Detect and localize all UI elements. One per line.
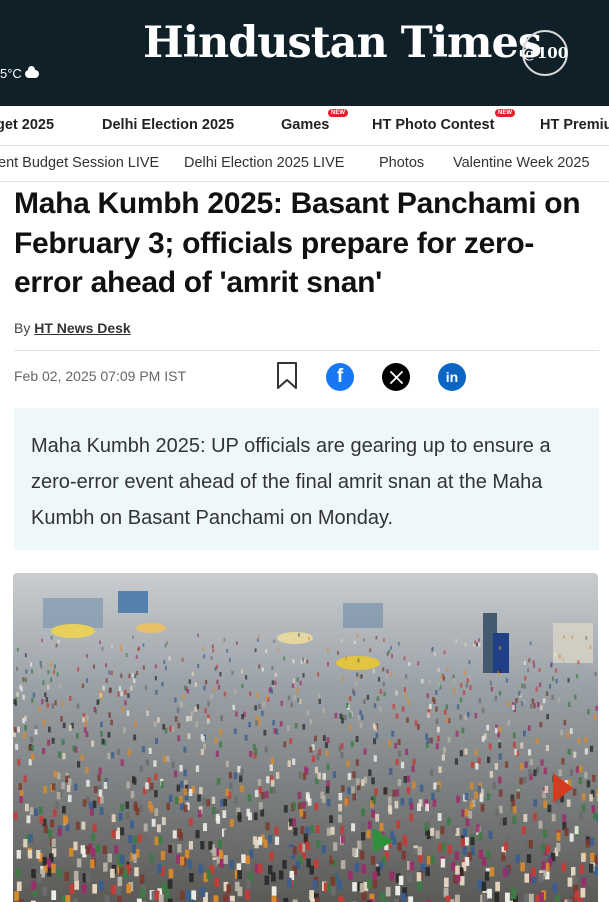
weather-temp: 5°C (0, 66, 22, 81)
weather-widget[interactable]: 5°C (0, 65, 39, 81)
byline-prefix: By (14, 320, 31, 336)
nav-item-budget[interactable]: get 2025 (0, 117, 54, 133)
nav-item-label: HT Premiu (540, 117, 609, 133)
subnav-item-photos[interactable]: Photos (379, 155, 424, 171)
new-badge: NEW (495, 109, 515, 117)
nav-item-delhi-election[interactable]: Delhi Election 2025 (102, 117, 234, 133)
site-header: 5°C Hindustan Times @100 (0, 0, 609, 106)
linkedin-icon: in (445, 369, 459, 385)
nav-item-games[interactable]: Games NEW (281, 109, 348, 133)
publish-date: Feb 02, 2025 07:09 PM IST (14, 368, 186, 384)
nav-item-label: HT Photo Contest (372, 117, 495, 133)
summary-text: Maha Kumbh 2025: UP officials are gearin… (31, 435, 551, 529)
facebook-share-button[interactable]: f (326, 363, 354, 391)
nav-item-label: Delhi Election 2025 (102, 117, 235, 133)
article-headline: Maha Kumbh 2025: Basant Panchami on Febr… (14, 187, 581, 299)
nav-item-premium[interactable]: HT Premiu (540, 117, 609, 133)
bookmark-icon[interactable] (276, 362, 298, 390)
facebook-icon: f (336, 366, 344, 387)
linkedin-share-button[interactable]: in (438, 363, 466, 391)
article-summary: Maha Kumbh 2025: UP officials are gearin… (14, 408, 599, 550)
subnav-item-valentine-week[interactable]: Valentine Week 2025 (453, 155, 590, 171)
primary-nav: get 2025 Delhi Election 2025 Games NEW H… (0, 106, 609, 146)
author-link[interactable]: HT News Desk (34, 320, 130, 336)
byline: By HT News Desk (14, 320, 131, 336)
nav-item-photo-contest[interactable]: HT Photo Contest NEW (372, 109, 515, 133)
cloud-icon (24, 65, 39, 78)
x-icon (389, 370, 403, 384)
subnav-item-budget-session[interactable]: ent Budget Session LIVE (0, 155, 159, 171)
site-logo[interactable]: Hindustan Times (143, 22, 542, 65)
secondary-nav: ent Budget Session LIVE Delhi Election 2… (0, 146, 609, 182)
nav-item-label: Games (281, 117, 330, 133)
nav-item-label: get 2025 (0, 117, 55, 133)
x-share-button[interactable] (382, 363, 410, 391)
centenary-badge-text: @100 (521, 44, 569, 62)
new-badge: NEW (328, 109, 348, 117)
centenary-badge: @100 (522, 30, 568, 76)
article-hero-image[interactable] (13, 573, 598, 902)
divider (14, 350, 599, 351)
subnav-item-delhi-election[interactable]: Delhi Election 2025 LIVE (184, 155, 344, 171)
